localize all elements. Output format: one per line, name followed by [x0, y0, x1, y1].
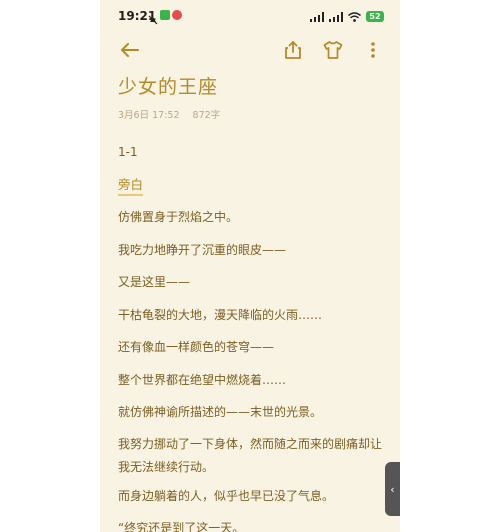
- paragraph: 又是这里——: [118, 275, 191, 289]
- note-meta: 3月6日 17:52 872字: [118, 107, 230, 121]
- chevron-left-icon: ‹: [390, 482, 395, 496]
- back-arrow-icon: [121, 43, 139, 57]
- note-word-count: 872字: [192, 110, 221, 121]
- note-body[interactable]: 1-1 旁白 仿佛置身于烈焰之中。 我吃力地睁开了沉重的眼皮—— 又是这里—— …: [118, 144, 388, 532]
- back-button[interactable]: [118, 38, 142, 62]
- phone-screen: 19:21 52 少女的王座 3月6日 17:52 872字 1-1 旁白 仿佛…: [100, 0, 400, 532]
- section-heading-line: 旁白: [118, 177, 388, 210]
- paragraph: 我努力挪动了一下身体，然而随之而来的剧痛却让我无法继续行动。: [118, 436, 383, 474]
- mute-icon: [148, 10, 158, 25]
- theme-button[interactable]: [321, 38, 345, 62]
- section-number: 1-1: [118, 145, 138, 159]
- side-panel-handle[interactable]: ‹: [385, 462, 400, 516]
- paragraph: 我吃力地睁开了沉重的眼皮——: [118, 242, 287, 257]
- paragraph: 仿佛置身于烈焰之中。: [118, 210, 239, 224]
- status-icons: 52: [310, 9, 384, 23]
- share-button[interactable]: [281, 38, 305, 62]
- note-date: 3月6日 17:52: [118, 110, 180, 121]
- paragraph: “终究还是到了这一天。: [118, 521, 245, 532]
- wifi-icon: [348, 7, 361, 26]
- signal-icon: [310, 7, 324, 26]
- shirt-icon: [323, 41, 343, 59]
- battery-icon: 52: [366, 10, 384, 22]
- paragraph: 而身边躺着的人，似乎也早已没了气息。: [118, 488, 335, 503]
- note-title[interactable]: 少女的王座: [118, 72, 218, 99]
- signal-icon-2: [329, 7, 343, 26]
- notification-icon: [172, 10, 182, 20]
- paragraph: 干枯龟裂的大地，漫天降临的火雨……: [118, 307, 323, 322]
- paragraph: 整个世界都在绝望中燃烧着……: [118, 372, 287, 387]
- share-icon: [285, 41, 301, 59]
- section-heading: 旁白: [118, 177, 144, 196]
- more-button[interactable]: [361, 38, 385, 62]
- status-bar: 19:21 52: [100, 0, 400, 30]
- paragraph: 还有像血一样颜色的苍穹——: [118, 340, 275, 354]
- wechat-icon: [160, 10, 170, 20]
- more-vertical-icon: [371, 42, 375, 58]
- note-toolbar: [100, 34, 400, 66]
